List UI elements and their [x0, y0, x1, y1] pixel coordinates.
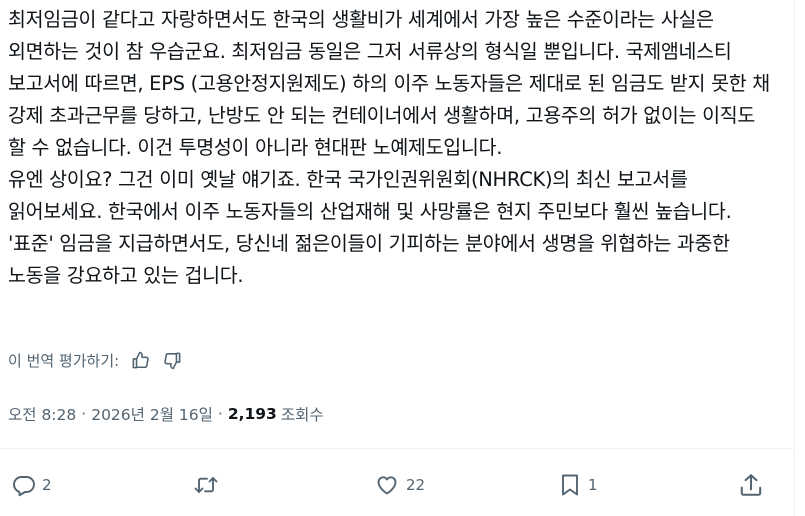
reply-button[interactable]: 2 [12, 470, 52, 500]
tweet-paragraph-1: 최저임금이 같다고 자랑하면서도 한국의 생활비가 세계에서 가장 높은 수준이… [8, 8, 770, 159]
view-count-label: 조회수 [280, 406, 324, 424]
reply-count: 2 [42, 476, 52, 494]
like-count: 22 [406, 476, 426, 494]
meta-separator: · [217, 405, 223, 423]
reply-icon [12, 473, 36, 497]
repost-button[interactable] [193, 470, 225, 500]
repost-icon [193, 473, 219, 497]
translation-rating-label: 이 번역 평가하기: [8, 351, 120, 370]
tweet-time[interactable]: 오전 8:28 [8, 403, 76, 425]
like-button[interactable]: 22 [374, 470, 425, 500]
column-border [794, 0, 795, 516]
divider [0, 448, 795, 449]
share-icon [738, 472, 764, 498]
thumbs-up-icon[interactable] [129, 349, 151, 371]
tweet-meta: 오전 8:28 · 2026년 2월 16일 · 2,193 조회수 [8, 403, 324, 425]
tweet-date[interactable]: 2026년 2월 16일 [91, 403, 213, 425]
tweet-text: 최저임금이 같다고 자랑하면서도 한국의 생활비가 세계에서 가장 높은 수준이… [8, 4, 778, 292]
thumbs-down-icon[interactable] [161, 349, 183, 371]
meta-separator: · [81, 405, 87, 423]
bookmark-button[interactable]: 1 [558, 470, 598, 500]
view-count: 2,193 [227, 405, 277, 423]
translation-rating: 이 번역 평가하기: [8, 347, 193, 373]
share-button[interactable] [738, 470, 770, 500]
tweet-paragraph-2: 유엔 상이요? 그건 이미 옛날 얘기죠. 한국 국가인권위원회(NHRCK)의… [8, 168, 732, 287]
bookmark-icon [558, 472, 582, 498]
bookmark-count: 1 [588, 476, 598, 494]
heart-icon [374, 473, 400, 497]
